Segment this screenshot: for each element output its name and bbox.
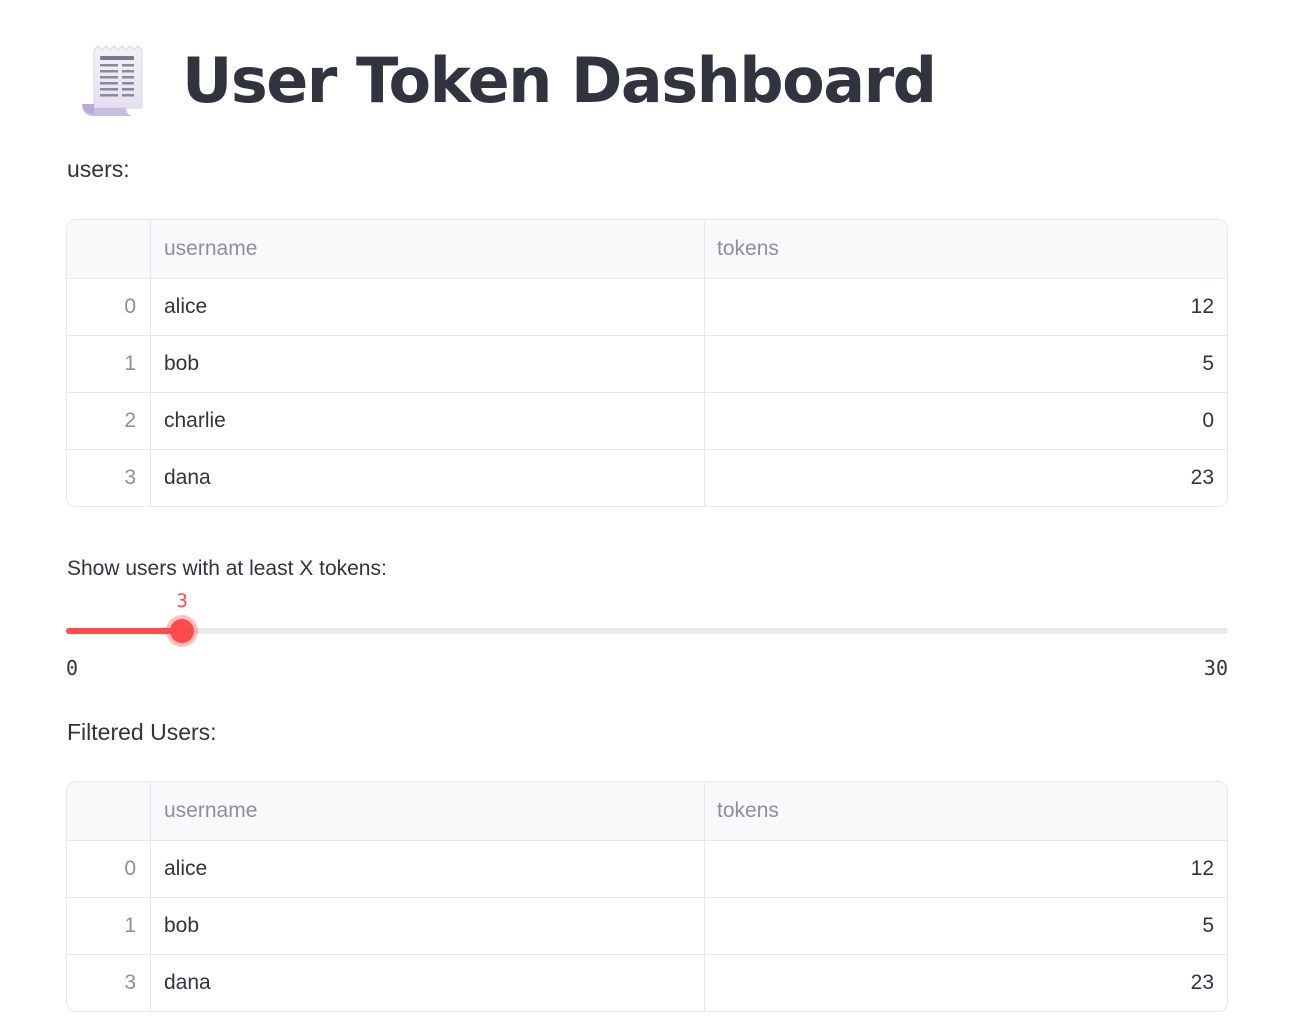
table-row: 0 alice 12 [67, 840, 1227, 897]
filtered-users-label: Filtered Users: [67, 719, 217, 745]
tokens-cell[interactable]: 0 [705, 393, 1227, 449]
tokens-column-header[interactable]: tokens [705, 782, 1227, 840]
token-threshold-slider[interactable]: 3 0 30 [66, 590, 1228, 680]
tokens-cell[interactable]: 12 [705, 279, 1227, 335]
page-header: User Token Dashboard [80, 36, 937, 124]
page-title: User Token Dashboard [182, 43, 937, 117]
row-index: 0 [67, 279, 151, 335]
tokens-cell[interactable]: 12 [705, 841, 1227, 897]
tokens-cell[interactable]: 23 [705, 450, 1227, 506]
table-row: 3 dana 23 [67, 449, 1227, 506]
tokens-column-header[interactable]: tokens [705, 220, 1227, 278]
index-column-header [67, 220, 151, 278]
tokens-cell[interactable]: 23 [705, 955, 1227, 1011]
username-cell[interactable]: alice [151, 841, 705, 897]
username-cell[interactable]: dana [151, 450, 705, 506]
row-index: 1 [67, 336, 151, 392]
table-row: 0 alice 12 [67, 278, 1227, 335]
table-header-row: username tokens [67, 782, 1227, 840]
username-column-header[interactable]: username [151, 220, 705, 278]
table-header-row: username tokens [67, 220, 1227, 278]
slider-track[interactable] [66, 628, 1228, 634]
username-cell[interactable]: alice [151, 279, 705, 335]
tokens-cell[interactable]: 5 [705, 336, 1227, 392]
slider-min-label: 0 [66, 656, 79, 680]
slider-current-value: 3 [176, 590, 188, 612]
username-column-header[interactable]: username [151, 782, 705, 840]
slider-max-label: 30 [1203, 656, 1228, 680]
username-cell[interactable]: bob [151, 898, 705, 954]
row-index: 3 [67, 955, 151, 1011]
username-cell[interactable]: bob [151, 336, 705, 392]
receipt-icon [82, 45, 143, 116]
username-cell[interactable]: dana [151, 955, 705, 1011]
table-row: 1 bob 5 [67, 897, 1227, 954]
users-table[interactable]: username tokens 0 alice 12 1 bob 5 2 cha… [66, 219, 1228, 507]
index-column-header [67, 782, 151, 840]
table-row: 3 dana 23 [67, 954, 1227, 1011]
row-index: 2 [67, 393, 151, 449]
row-index: 3 [67, 450, 151, 506]
slider-label: Show users with at least X tokens: [67, 557, 387, 580]
username-cell[interactable]: charlie [151, 393, 705, 449]
slider-thumb[interactable] [170, 619, 195, 643]
filtered-users-table[interactable]: username tokens 0 alice 12 1 bob 5 3 dan… [66, 781, 1228, 1012]
table-row: 1 bob 5 [67, 335, 1227, 392]
row-index: 0 [67, 841, 151, 897]
users-label: users: [67, 156, 130, 182]
tokens-cell[interactable]: 5 [705, 898, 1227, 954]
table-row: 2 charlie 0 [67, 392, 1227, 449]
row-index: 1 [67, 898, 151, 954]
slider-fill [66, 628, 183, 634]
